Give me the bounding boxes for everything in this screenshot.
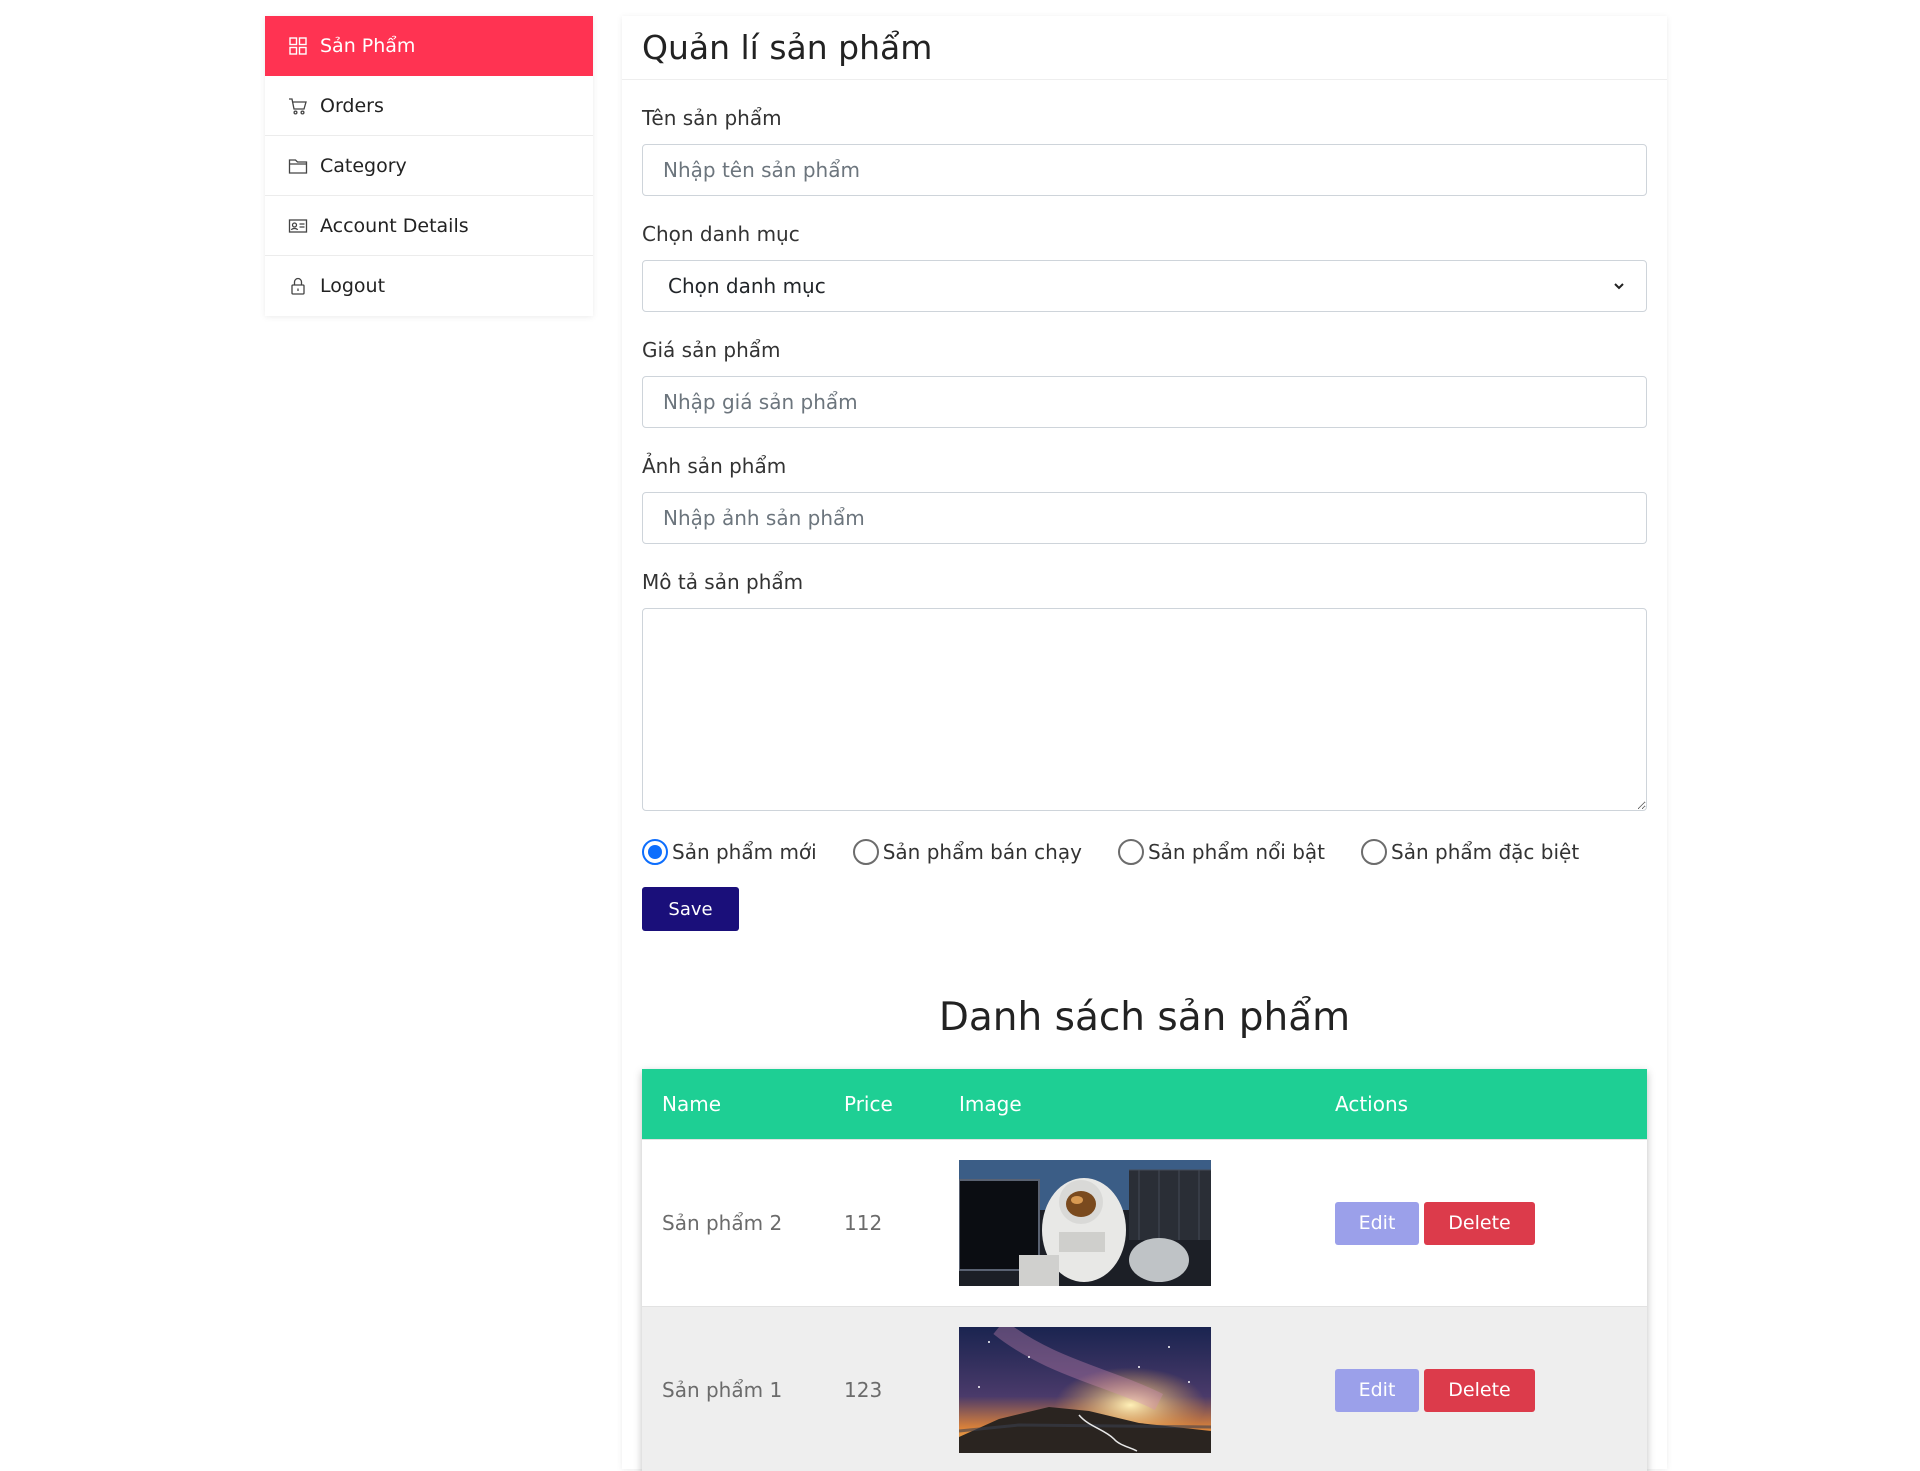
sidebar-item-orders[interactable]: Orders <box>265 76 593 136</box>
description-textarea[interactable] <box>642 608 1647 811</box>
folder-icon <box>287 155 309 177</box>
category-label: Chọn danh mục <box>642 222 800 246</box>
sidebar-item-category[interactable]: Category <box>265 136 593 196</box>
sidebar-item-san-pham[interactable]: Sản Phẩm <box>265 16 593 76</box>
sidebar-item-label: Account Details <box>320 214 469 237</box>
sidebar-item-label: Logout <box>320 275 386 297</box>
radio-label: Sản phẩm mới <box>672 840 817 864</box>
product-management-panel: Quản lí sản phẩm Tên sản phẩm Chọn danh … <box>622 16 1667 1471</box>
product-price-cell: 123 <box>844 1378 883 1402</box>
radio-featured[interactable]: Sản phẩm nổi bật <box>1117 839 1326 865</box>
delete-button[interactable]: Delete <box>1424 1201 1535 1245</box>
image-input[interactable] <box>642 492 1647 544</box>
radio-label: Sản phẩm bán chạy <box>882 840 1082 864</box>
radio-new-product[interactable]: Sản phẩm mới <box>642 839 817 865</box>
product-type-radio-group: Sản phẩm mới Sản phẩm bán chạy Sản phẩm … <box>642 835 1647 869</box>
column-header-price: Price <box>844 1092 893 1116</box>
sidebar: Sản Phẩm Orders Category Account Details <box>265 16 593 316</box>
chevron-down-icon <box>1612 274 1626 298</box>
actions-cell: Edit Delete <box>1335 1368 1647 1412</box>
radio-button[interactable] <box>1117 839 1144 865</box>
product-price-cell: 112 <box>844 1211 883 1235</box>
table-row: Sản phẩm 1 123 Edit Delete <box>642 1306 1647 1471</box>
product-name-label: Tên sản phẩm <box>642 106 782 130</box>
product-name-cell: Sản phẩm 2 <box>662 1211 783 1235</box>
sidebar-item-label: Sản Phẩm <box>320 34 416 57</box>
edit-button[interactable]: Edit <box>1335 1201 1419 1245</box>
column-header-name: Name <box>662 1092 722 1116</box>
id-card-icon <box>287 215 309 237</box>
edit-button[interactable]: Edit <box>1335 1368 1419 1412</box>
product-name-cell: Sản phẩm 1 <box>662 1378 783 1402</box>
save-button[interactable]: Save <box>642 887 739 931</box>
lock-icon <box>287 275 309 297</box>
radio-button[interactable] <box>852 839 879 865</box>
price-input[interactable] <box>642 376 1647 428</box>
sidebar-item-logout[interactable]: Logout <box>265 256 593 316</box>
radio-best-seller[interactable]: Sản phẩm bán chạy <box>852 839 1082 865</box>
price-label: Giá sản phẩm <box>642 338 781 362</box>
column-header-image: Image <box>959 1092 1022 1116</box>
category-selected-value: Chọn danh mục <box>668 274 826 298</box>
sidebar-item-label: Orders <box>320 94 384 117</box>
table-header-row: Name Price Image Actions <box>642 1069 1647 1139</box>
category-select[interactable]: Chọn danh mục <box>642 260 1647 312</box>
description-label: Mô tả sản phẩm <box>642 570 804 594</box>
product-image-cell <box>959 1327 1335 1453</box>
radio-special[interactable]: Sản phẩm đặc biệt <box>1361 839 1579 865</box>
cart-icon <box>287 95 309 117</box>
grid-icon <box>287 35 309 57</box>
sidebar-item-account-details[interactable]: Account Details <box>265 196 593 256</box>
product-name-input[interactable] <box>642 144 1647 196</box>
product-table: Name Price Image Actions Sản phẩm 2 112 <box>642 1069 1647 1471</box>
delete-button[interactable]: Delete <box>1424 1368 1535 1412</box>
radio-label: Sản phẩm nổi bật <box>1147 840 1326 864</box>
milky-way-mountain-photo <box>959 1327 1211 1453</box>
astronaut-photo <box>959 1160 1211 1286</box>
radio-label: Sản phẩm đặc biệt <box>1391 840 1580 864</box>
page-title: Quản lí sản phẩm <box>642 28 933 67</box>
product-form: Tên sản phẩm Chọn danh mục Chọn danh mục… <box>622 104 1667 931</box>
sidebar-item-label: Category <box>320 154 407 177</box>
table-row: Sản phẩm 2 112 Edit Delete <box>642 1139 1647 1306</box>
product-image-cell <box>959 1160 1335 1286</box>
radio-button-checked[interactable] <box>642 839 668 865</box>
panel-header: Quản lí sản phẩm <box>622 16 1667 80</box>
actions-cell: Edit Delete <box>1335 1201 1647 1245</box>
column-header-actions: Actions <box>1335 1092 1409 1116</box>
product-list-title: Danh sách sản phẩm <box>938 995 1351 1040</box>
radio-button[interactable] <box>1361 839 1388 865</box>
image-label: Ảnh sản phẩm <box>642 454 787 478</box>
